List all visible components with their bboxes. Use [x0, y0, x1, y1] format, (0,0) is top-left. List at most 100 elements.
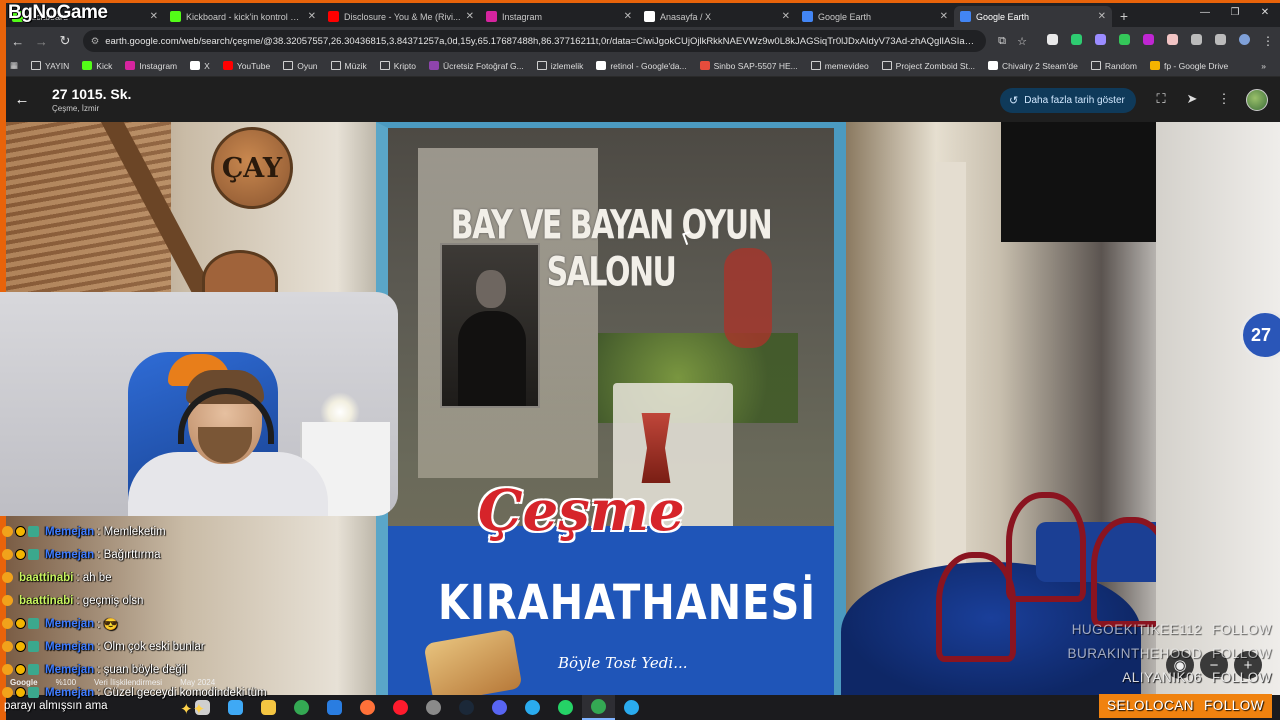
banner-brand: Çeşme	[478, 478, 685, 544]
stream-chat: Memejan: Memleketim Memejan: Bağırttırma b…	[2, 520, 267, 704]
bookmark-label: Instagram	[139, 60, 178, 71]
bookmark-item[interactable]: Ücretsiz Fotoğraf G...	[428, 61, 524, 71]
fullscreen-icon[interactable]: ⛶	[1152, 91, 1170, 107]
tab-close-icon[interactable]: ✕	[1098, 11, 1106, 22]
more-dates-button[interactable]: ↺ Daha fazla tarih göster	[1000, 88, 1136, 113]
install-app-icon[interactable]: ⧉	[992, 35, 1012, 48]
bookmarks-more-icon[interactable]: »	[1261, 61, 1266, 71]
browser-tab[interactable]: Google Earth ✕	[796, 6, 954, 27]
bookmark-item[interactable]: Chivalry 2 Steam'de	[988, 61, 1078, 71]
bookmark-item[interactable]: Random	[1090, 61, 1137, 71]
chat-username[interactable]: Memejan	[45, 687, 94, 699]
share-icon[interactable]: ➤	[1183, 91, 1201, 107]
profile-icon[interactable]	[1232, 34, 1256, 48]
tab-strip: Kickboard ✕ Kickboard - kick'in kontrol pa…	[6, 6, 1112, 27]
account-avatar[interactable]	[1246, 89, 1268, 111]
taskbar-chrome-icon[interactable]	[285, 695, 318, 720]
address-bar[interactable]: ⚙ earth.google.com/web/search/çeşme/@38.…	[82, 30, 987, 52]
back-icon[interactable]: ←	[6, 34, 30, 49]
chat-text: : geçmiş olsn	[76, 594, 144, 607]
extension-icon[interactable]	[1040, 34, 1064, 48]
taskbar-firefox-icon[interactable]	[351, 695, 384, 720]
forward-icon[interactable]: →	[30, 34, 54, 49]
taskbar-steam-icon[interactable]	[450, 695, 483, 720]
site-favicon-icon	[428, 61, 439, 70]
extension-icon[interactable]	[1136, 34, 1160, 48]
tab-title: Kickboard - kick'in kontrol paneli	[186, 11, 304, 22]
media-icon[interactable]	[1208, 34, 1232, 48]
bookmark-item[interactable]: Kripto	[379, 60, 416, 71]
chat-username[interactable]: baattinabi	[19, 595, 73, 607]
apps-grid-icon[interactable]: ▦	[10, 60, 18, 71]
restore-icon[interactable]: ❐	[1220, 3, 1250, 23]
chat-username[interactable]: baattinabi	[19, 572, 73, 584]
chat-text: : ah be	[76, 571, 112, 584]
chat-username[interactable]: Memejan	[45, 526, 94, 538]
red-chair	[1006, 492, 1086, 602]
url-text[interactable]: earth.google.com/web/search/çeşme/@38.32…	[105, 36, 978, 47]
bookmark-item[interactable]: Sinbo SAP-5507 HE...	[699, 61, 798, 71]
bookmark-item[interactable]: Müzik	[330, 61, 367, 71]
bookmark-item[interactable]: Project Zomboid St...	[881, 61, 975, 71]
chat-badges	[2, 526, 41, 537]
chat-message: Memejan: şuan böyle değil	[2, 658, 267, 681]
tab-close-icon[interactable]: ✕	[940, 11, 948, 22]
taskbar-whatsapp-icon[interactable]	[549, 695, 582, 720]
taskbar-chrome-active-icon[interactable]	[582, 695, 615, 720]
taskbar-telegram-icon[interactable]	[516, 695, 549, 720]
extension-icon[interactable]	[1160, 34, 1184, 48]
follow-alert: BURAKINTHEHOOD FOLLOW	[1067, 646, 1272, 670]
webcam-overlay	[0, 292, 398, 516]
browser-tab[interactable]: Anasayfa / X ✕	[638, 6, 796, 27]
chat-text: : Bağırttırma	[97, 548, 161, 561]
menu-kebab-icon[interactable]: ⋮	[1256, 34, 1280, 48]
bookmark-item[interactable]: memevideo	[810, 61, 869, 71]
new-tab-button[interactable]: +	[1112, 6, 1136, 27]
tab-close-icon[interactable]: ✕	[150, 11, 158, 22]
extension-icon[interactable]	[1064, 34, 1088, 48]
more-options-icon[interactable]: ⋮	[1215, 91, 1233, 107]
bookmark-item[interactable]: Instagram	[125, 61, 177, 71]
back-arrow-icon[interactable]: ←	[10, 91, 34, 108]
tab-close-icon[interactable]: ✕	[308, 11, 316, 22]
bookmark-item[interactable]: Kick	[82, 61, 112, 71]
tab-close-icon[interactable]: ✕	[624, 11, 632, 22]
chat-username[interactable]: Memejan	[45, 641, 94, 653]
bookmark-item[interactable]: YouTube	[222, 61, 270, 71]
browser-tab[interactable]: Kickboard - kick'in kontrol paneli ✕	[164, 6, 322, 27]
chat-username[interactable]: Memejan	[45, 549, 94, 561]
browser-tab[interactable]: Disclosure - You & Me (Rivi... ✕	[322, 6, 480, 27]
bookmark-item[interactable]: retinol - Google'da...	[596, 61, 687, 71]
browser-tab[interactable]: Instagram ✕	[480, 6, 638, 27]
extension-icon[interactable]	[1112, 34, 1136, 48]
bookmark-item[interactable]: Oyun	[283, 60, 318, 71]
taskbar-obs-icon[interactable]	[417, 695, 450, 720]
taskbar-opera-icon[interactable]	[384, 695, 417, 720]
taskbar-discord-icon[interactable]	[483, 695, 516, 720]
browser-tab[interactable]: Google Earth ✕	[954, 6, 1112, 27]
bookmark-label: Oyun	[297, 60, 318, 71]
minimize-icon[interactable]: —	[1190, 3, 1220, 23]
chat-username[interactable]: Memejan	[45, 618, 94, 630]
bookmark-item[interactable]: izlemelik	[536, 61, 583, 71]
chat-text: : Güzel geceydi komodindeki tüm	[97, 686, 267, 699]
site-info-icon[interactable]: ⚙	[91, 36, 100, 47]
chat-continuation: parayı almışsın ama	[4, 700, 108, 712]
chat-message: Memejan: 😎	[2, 612, 267, 635]
bookmark-star-icon[interactable]: ☆	[1012, 35, 1032, 48]
tab-close-icon[interactable]: ✕	[466, 11, 474, 22]
chat-username[interactable]: Memejan	[45, 664, 94, 676]
taskbar-mail-icon[interactable]	[318, 695, 351, 720]
bookmark-label: Kripto	[393, 60, 416, 71]
follow-alert: SELOLOCAN FOLLOW	[1098, 694, 1272, 718]
tab-close-icon[interactable]: ✕	[782, 11, 790, 22]
bookmark-item[interactable]: X	[190, 61, 210, 71]
bookmark-item[interactable]: fp - Google Drive	[1149, 61, 1228, 71]
reload-icon[interactable]: ↻	[53, 33, 77, 49]
chat-text: : Memleketim	[97, 525, 166, 538]
puzzle-icon[interactable]	[1184, 34, 1208, 48]
taskbar-telegram-2-icon[interactable]	[615, 695, 648, 720]
bookmark-item[interactable]: YAYIN	[31, 61, 69, 71]
extension-icon[interactable]	[1088, 34, 1112, 48]
close-window-icon[interactable]: ✕	[1250, 3, 1280, 23]
